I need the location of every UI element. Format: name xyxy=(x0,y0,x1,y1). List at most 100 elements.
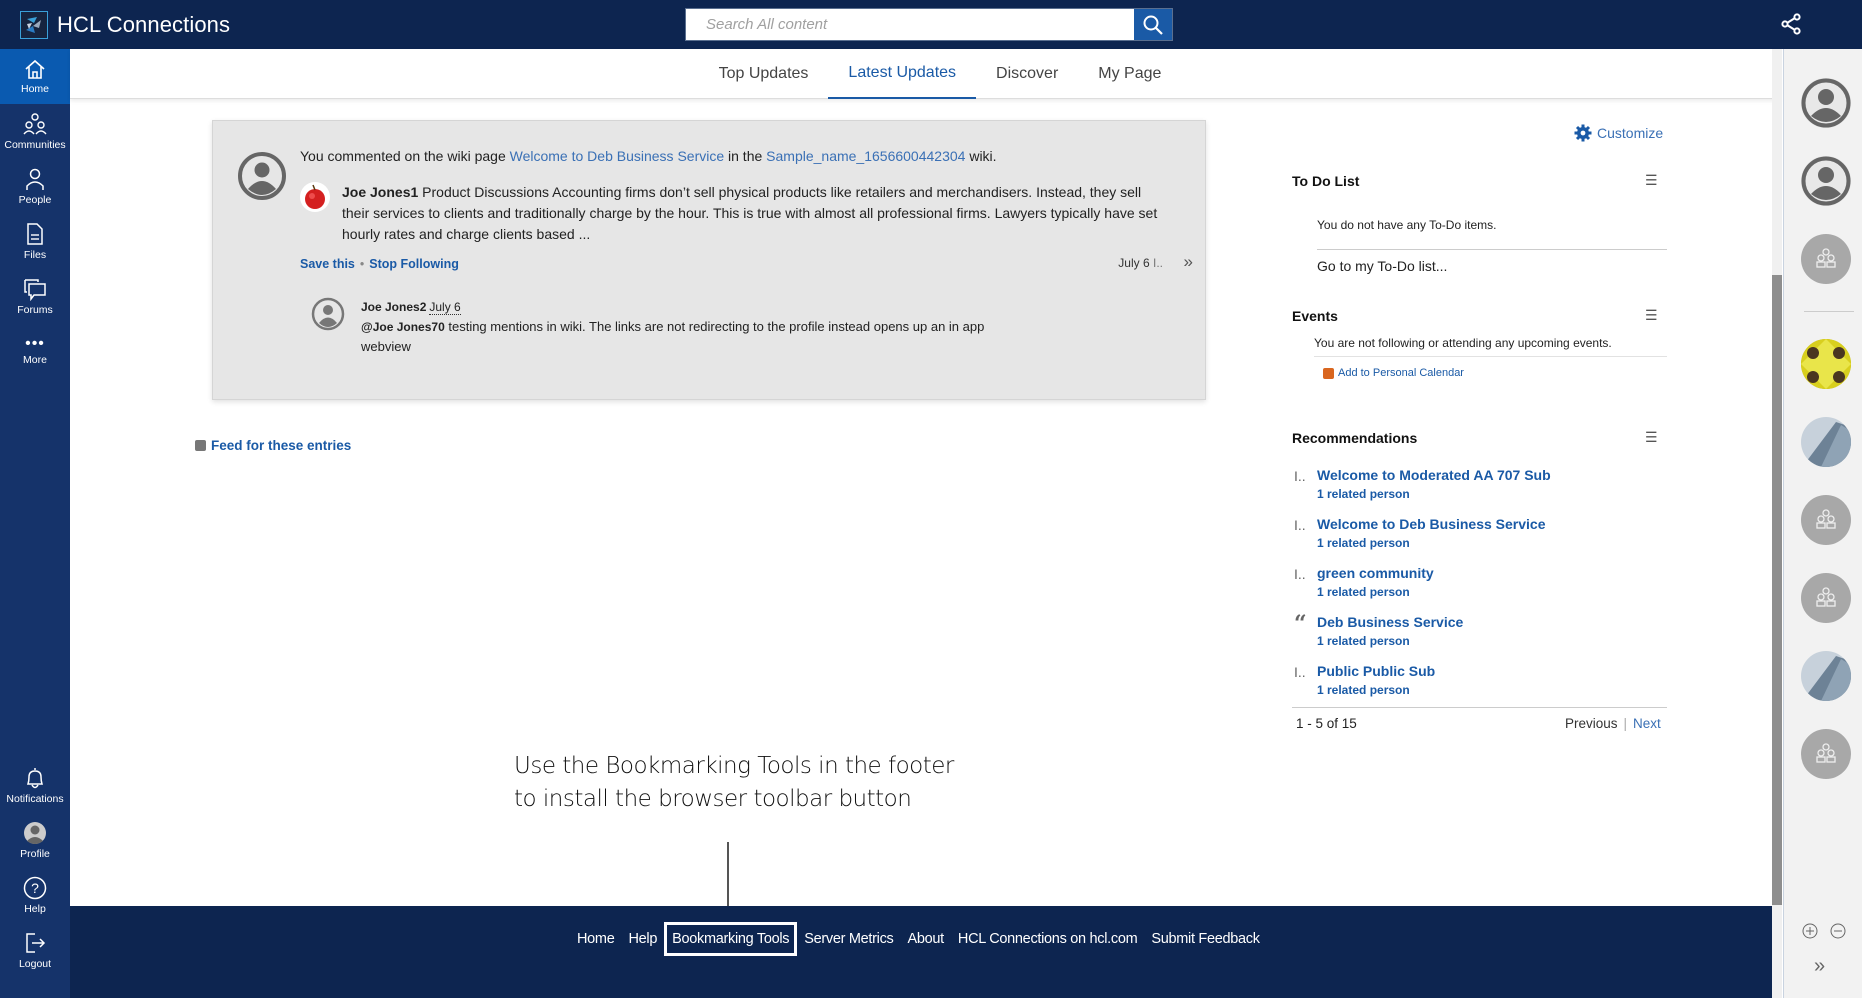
events-menu-button[interactable]: ☰ xyxy=(1645,307,1658,324)
expand-button[interactable]: » xyxy=(1184,252,1193,272)
todo-link[interactable]: Go to my To-Do list... xyxy=(1317,258,1447,274)
recommendation-related[interactable]: 1 related person xyxy=(1317,683,1672,697)
nav-forums-label: Forums xyxy=(17,304,53,316)
zoom-in-button[interactable] xyxy=(1802,923,1818,944)
post-text: Joe Jones1 Product Discussions Accountin… xyxy=(342,182,1170,245)
logout-icon xyxy=(26,933,46,953)
nav-people-label: People xyxy=(18,194,52,206)
help-icon: ? xyxy=(23,876,47,900)
tab-discover[interactable]: Discover xyxy=(976,49,1078,99)
nav-communities[interactable]: Communities xyxy=(0,104,70,159)
search-icon xyxy=(1143,15,1163,35)
nav-more[interactable]: ••• More xyxy=(0,324,70,379)
comment-date: July 6 xyxy=(429,300,461,315)
nav-notifications[interactable]: Notifications xyxy=(0,758,70,813)
comment-author[interactable]: Joe Jones2 xyxy=(361,300,426,314)
nav-help-label: Help xyxy=(24,903,46,915)
stop-following-link[interactable]: Stop Following xyxy=(369,257,459,271)
recommendation-related[interactable]: 1 related person xyxy=(1317,585,1672,599)
rail-community-avatar[interactable] xyxy=(1801,417,1851,467)
actor-avatar[interactable] xyxy=(237,151,287,206)
story-middle: in the xyxy=(724,148,767,164)
recommendation-title[interactable]: Public Public Sub xyxy=(1317,663,1672,679)
nav-forums[interactable]: Forums xyxy=(0,269,70,324)
recommendation-title[interactable]: Deb Business Service xyxy=(1317,614,1672,630)
rail-community-avatar[interactable] xyxy=(1801,495,1851,545)
comment-body: Joe Jones2 July 6 @Joe Jones70 testing me… xyxy=(361,297,1011,357)
recommendation-item: I.. Welcome to Moderated AA 707 Sub 1 re… xyxy=(1292,467,1672,501)
customize-button[interactable]: Customize xyxy=(1574,124,1663,142)
recommendation-title[interactable]: Welcome to Moderated AA 707 Sub xyxy=(1317,467,1672,483)
footer-feedback-link[interactable]: Submit Feedback xyxy=(1144,923,1266,955)
nav-help[interactable]: ? Help xyxy=(0,868,70,923)
post-author[interactable]: Joe Jones1 xyxy=(342,184,418,200)
customize-label: Customize xyxy=(1597,125,1664,141)
right-rail: » xyxy=(1783,49,1862,998)
pagination-range: 1 - 5 of 15 xyxy=(1296,716,1357,731)
rail-person-avatar[interactable] xyxy=(1801,78,1851,128)
tab-top-updates[interactable]: Top Updates xyxy=(699,49,829,99)
search-input[interactable] xyxy=(686,9,1134,40)
comment-header: Joe Jones2 July 6 xyxy=(361,297,1011,317)
previous-link[interactable]: Previous xyxy=(1565,716,1618,731)
gear-icon xyxy=(1574,124,1592,142)
save-this-link[interactable]: Save this xyxy=(300,257,355,271)
post-date-text: July 6 xyxy=(1118,256,1150,270)
footer-help-link[interactable]: Help xyxy=(621,923,664,955)
nav-people[interactable]: People xyxy=(0,159,70,214)
rail-community-avatar[interactable] xyxy=(1801,234,1851,284)
file-icon xyxy=(27,223,43,245)
nav-profile[interactable]: Profile xyxy=(0,813,70,868)
svg-text:?: ? xyxy=(31,880,39,896)
footer-bookmarking-tools-link[interactable]: Bookmarking Tools xyxy=(664,922,798,956)
nav-files-label: Files xyxy=(23,249,47,261)
tab-latest-updates[interactable]: Latest Updates xyxy=(828,49,977,99)
wiki-link[interactable]: Sample_name_1656600442304 xyxy=(766,148,965,164)
recommendation-related[interactable]: 1 related person xyxy=(1317,536,1672,550)
nav-logout[interactable]: Logout xyxy=(0,923,70,978)
nav-home-label: Home xyxy=(20,83,49,95)
rail-community-avatar[interactable] xyxy=(1801,651,1851,701)
comment-avatar[interactable] xyxy=(311,297,345,336)
footer-server-metrics-link[interactable]: Server Metrics xyxy=(797,923,900,955)
feed-for-entries-link[interactable]: Feed for these entries xyxy=(195,438,351,453)
recommendation-item: I.. Welcome to Deb Business Service 1 re… xyxy=(1292,516,1672,550)
expand-rail-button[interactable]: » xyxy=(1814,955,1825,978)
home-icon xyxy=(25,59,45,79)
footer: Home Help Bookmarking Tools Server Metri… xyxy=(70,906,1772,998)
add-calendar-link[interactable]: Add to Personal Calendar xyxy=(1323,367,1464,379)
footer-hcl-link[interactable]: HCL Connections on hcl.com xyxy=(951,923,1144,955)
todo-menu-button[interactable]: ☰ xyxy=(1645,172,1658,189)
action-separator: • xyxy=(359,257,365,271)
tab-my-page[interactable]: My Page xyxy=(1078,49,1181,99)
community-icon xyxy=(1816,509,1836,529)
post-author-avatar[interactable] xyxy=(300,182,330,212)
footer-home-link[interactable]: Home xyxy=(570,923,621,955)
feed-link-label: Feed for these entries xyxy=(211,438,352,453)
post-body: Product Discussions Accounting firms don… xyxy=(342,184,1158,242)
nav-files[interactable]: Files xyxy=(0,214,70,269)
scrollbar-thumb[interactable] xyxy=(1772,275,1782,905)
rail-community-avatar[interactable] xyxy=(1801,339,1851,389)
rail-person-avatar[interactable] xyxy=(1801,156,1851,206)
next-link[interactable]: Next xyxy=(1633,716,1661,731)
search-button[interactable] xyxy=(1134,9,1172,40)
rail-community-avatar[interactable] xyxy=(1801,729,1851,779)
rail-community-avatar[interactable] xyxy=(1801,573,1851,623)
building-photo-icon xyxy=(1801,417,1851,467)
events-title: Events xyxy=(1292,308,1338,324)
recommendations-menu-button[interactable]: ☰ xyxy=(1645,429,1658,446)
recommendation-title[interactable]: green community xyxy=(1317,565,1672,581)
recommendation-title[interactable]: Welcome to Deb Business Service xyxy=(1317,516,1672,532)
share-button[interactable] xyxy=(1780,13,1802,40)
pagination-separator: | xyxy=(1623,716,1628,731)
community-photo-icon xyxy=(1801,339,1851,389)
wiki-page-link[interactable]: Welcome to Deb Business Service xyxy=(510,148,725,164)
zoom-out-button[interactable] xyxy=(1830,923,1846,944)
footer-about-link[interactable]: About xyxy=(901,923,951,955)
brand[interactable]: HCL Connections xyxy=(20,10,230,39)
comment-mention[interactable]: @Joe Jones70 xyxy=(361,320,445,334)
nav-home[interactable]: Home xyxy=(0,49,70,104)
recommendation-related[interactable]: 1 related person xyxy=(1317,634,1672,648)
recommendation-related[interactable]: 1 related person xyxy=(1317,487,1672,501)
